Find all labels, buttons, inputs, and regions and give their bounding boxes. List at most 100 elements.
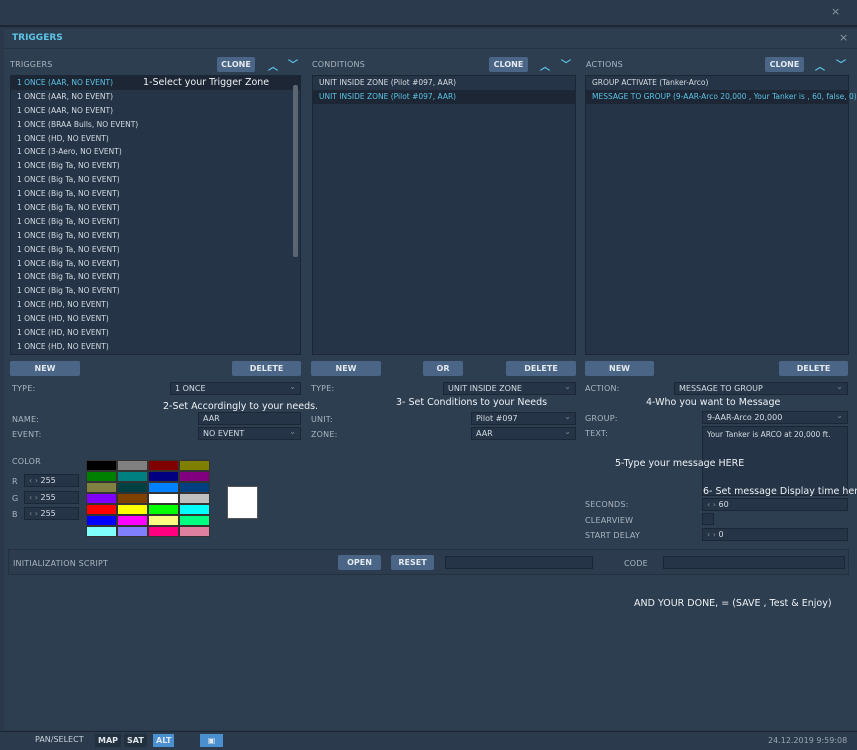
trigger-type-select[interactable]: 1 ONCE <box>170 381 301 395</box>
list-item[interactable]: 1 ONCE (HD, NO EVENT) <box>11 340 300 354</box>
alt-button[interactable]: ALT <box>153 734 175 747</box>
list-item[interactable]: 1 ONCE (AAR, NO EVENT) <box>11 90 300 104</box>
actions-delete-button[interactable]: DELETE <box>779 361 848 376</box>
triggers-scrollbar[interactable] <box>293 85 298 257</box>
conditions-delete-button[interactable]: DELETE <box>506 361 576 376</box>
triggers-clone-button[interactable]: CLONE <box>217 57 255 72</box>
color-swatch[interactable] <box>117 504 148 515</box>
color-swatch[interactable] <box>117 482 148 493</box>
trigger-name-input[interactable]: AAR <box>198 412 301 425</box>
blue-stepper[interactable]: ‹ › 255 <box>24 507 79 520</box>
zone-select[interactable]: AAR <box>471 426 576 440</box>
list-item[interactable]: 1 ONCE (BRAA Bulls, NO EVENT) <box>11 118 300 132</box>
list-item[interactable]: UNIT INSIDE ZONE (Pilot #097, AAR) <box>313 76 575 90</box>
start-delay-stepper[interactable]: ‹ › 0 <box>702 528 848 541</box>
conditions-new-button[interactable]: NEW <box>311 361 381 376</box>
actions-clone-button[interactable]: CLONE <box>765 57 804 72</box>
color-swatch[interactable] <box>86 515 117 526</box>
list-item[interactable]: 1 ONCE (HD, NO EVENT) <box>11 132 300 146</box>
condition-type-label: TYPE: <box>311 384 335 393</box>
code-input[interactable] <box>663 556 845 569</box>
color-swatch[interactable] <box>117 460 148 471</box>
list-item[interactable]: 1 ONCE (HD, NO EVENT) <box>11 326 300 340</box>
list-item[interactable]: MESSAGE TO GROUP (9-AAR-Arco 20,000 , Yo… <box>586 89 857 104</box>
color-swatch[interactable] <box>179 526 210 537</box>
panel-title: TRIGGERS <box>12 33 63 43</box>
action-select[interactable]: MESSAGE TO GROUP <box>674 381 848 395</box>
conditions-move-down-icon[interactable]: ﹀ <box>561 56 571 71</box>
color-swatch[interactable] <box>148 471 179 482</box>
color-swatch[interactable] <box>179 482 210 493</box>
list-item[interactable]: 1 ONCE (Big Ta, NO EVENT) <box>11 270 300 284</box>
map-button[interactable]: MAP <box>95 734 122 747</box>
list-item[interactable]: GROUP ACTIVATE (Tanker-Arco) <box>586 76 848 90</box>
color-palette <box>86 460 210 537</box>
color-swatch[interactable] <box>86 482 117 493</box>
color-swatch[interactable] <box>179 460 210 471</box>
color-swatch[interactable] <box>148 460 179 471</box>
triggers-move-down-icon[interactable]: ﹀ <box>288 56 298 71</box>
event-label: EVENT: <box>12 430 42 439</box>
list-item[interactable]: 1 ONCE (HD, NO EVENT) <box>11 298 300 312</box>
red-stepper[interactable]: ‹ › 255 <box>24 474 79 487</box>
unit-select[interactable]: Pilot #097 <box>471 411 576 425</box>
list-item[interactable]: 1 ONCE (HD, NO EVENT) <box>11 312 300 326</box>
conditions-move-up-icon[interactable]: ︿ <box>540 58 550 73</box>
list-item[interactable]: 1 ONCE (Big Ta, NO EVENT) <box>11 284 300 298</box>
clearview-checkbox[interactable] <box>702 513 714 525</box>
color-swatch[interactable] <box>148 526 179 537</box>
green-stepper[interactable]: ‹ › 255 <box>24 491 79 504</box>
conditions-clone-button[interactable]: CLONE <box>489 57 528 72</box>
color-swatch[interactable] <box>117 471 148 482</box>
color-swatch[interactable] <box>179 515 210 526</box>
list-item[interactable]: UNIT INSIDE ZONE (Pilot #097, AAR) <box>313 89 575 104</box>
list-item[interactable]: 1 ONCE (AAR, NO EVENT) <box>11 104 300 118</box>
triggers-new-button[interactable]: NEW <box>10 361 80 376</box>
color-swatch[interactable] <box>86 493 117 504</box>
panel-close-icon[interactable]: × <box>839 31 848 44</box>
list-item[interactable]: 1 ONCE (Big Ta, NO EVENT) <box>11 243 300 257</box>
color-swatch[interactable] <box>86 471 117 482</box>
list-item[interactable]: 1 ONCE (Big Ta, NO EVENT) <box>11 229 300 243</box>
script-file-input[interactable] <box>445 556 593 569</box>
list-item[interactable]: 1 ONCE (Big Ta, NO EVENT) <box>11 201 300 215</box>
color-swatch[interactable] <box>148 493 179 504</box>
color-swatch[interactable] <box>86 526 117 537</box>
color-swatch[interactable] <box>148 504 179 515</box>
top-bar <box>0 0 857 27</box>
color-swatch[interactable] <box>117 526 148 537</box>
sat-button[interactable]: SAT <box>124 734 147 747</box>
color-swatch[interactable] <box>117 493 148 504</box>
color-swatch[interactable] <box>148 515 179 526</box>
app-close-icon[interactable]: × <box>831 5 840 18</box>
reset-button[interactable]: RESET <box>391 555 434 570</box>
color-swatch[interactable] <box>86 460 117 471</box>
conditions-or-button[interactable]: OR <box>423 361 463 376</box>
pan-select-mode[interactable]: PAN/SELECT <box>35 735 84 744</box>
list-item[interactable]: 1 ONCE (Big Ta, NO EVENT) <box>11 187 300 201</box>
color-swatch[interactable] <box>179 471 210 482</box>
triggers-move-up-icon[interactable]: ︿ <box>268 58 278 73</box>
group-select[interactable]: 9-AAR-Arco 20,000 <box>702 410 848 424</box>
triggers-delete-button[interactable]: DELETE <box>232 361 301 376</box>
color-preview <box>227 486 258 519</box>
actions-new-button[interactable]: NEW <box>585 361 654 376</box>
seconds-stepper[interactable]: ‹ › 60 <box>702 498 848 511</box>
actions-move-up-icon[interactable]: ︿ <box>815 58 825 73</box>
color-swatch[interactable] <box>148 482 179 493</box>
color-swatch[interactable] <box>86 504 117 515</box>
conditions-header: CONDITIONS <box>312 60 365 69</box>
color-swatch[interactable] <box>179 493 210 504</box>
list-item[interactable]: 1 ONCE (Big Ta, NO EVENT) <box>11 257 300 271</box>
list-item[interactable]: 1 ONCE (Big Ta, NO EVENT) <box>11 215 300 229</box>
list-item[interactable]: 1 ONCE (Big Ta, NO EVENT) <box>11 173 300 187</box>
open-button[interactable]: OPEN <box>338 555 381 570</box>
actions-move-down-icon[interactable]: ﹀ <box>836 56 846 71</box>
list-item[interactable]: 1 ONCE (Big Ta, NO EVENT) <box>11 159 300 173</box>
color-swatch[interactable] <box>117 515 148 526</box>
trigger-event-select[interactable]: NO EVENT <box>198 426 301 440</box>
layers-icon[interactable]: ▣ <box>200 734 223 747</box>
list-item[interactable]: 1 ONCE (3-Aero, NO EVENT) <box>11 145 300 159</box>
color-swatch[interactable] <box>179 504 210 515</box>
condition-type-select[interactable]: UNIT INSIDE ZONE <box>443 381 576 395</box>
